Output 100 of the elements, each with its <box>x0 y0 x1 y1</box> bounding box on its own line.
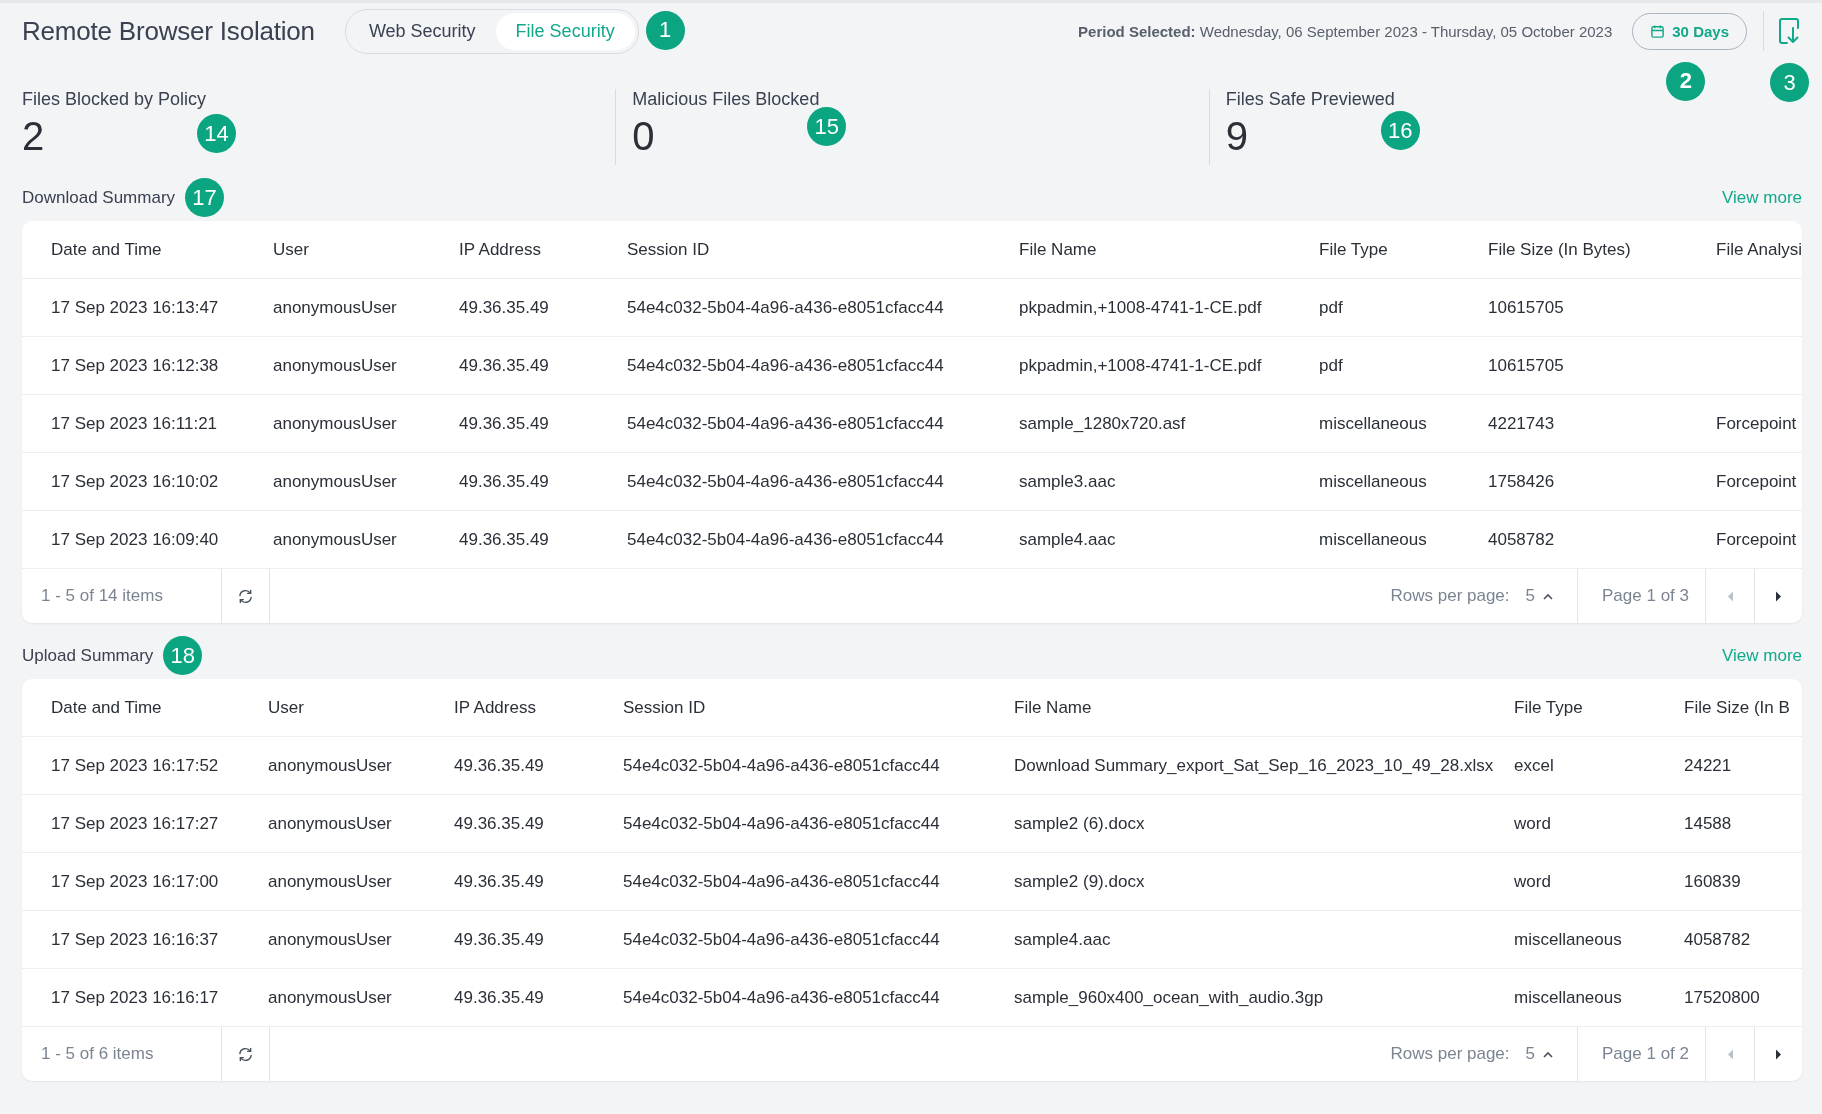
table-cell-text: Forcepoint <box>1716 471 1798 492</box>
triangle-left-icon <box>1726 1048 1734 1060</box>
refresh-icon[interactable] <box>237 588 254 604</box>
table-cell-text: 17 Sep 2023 16:16:17 <box>51 987 220 1008</box>
table-cell-text: 17 Sep 2023 16:11:21 <box>51 413 219 434</box>
table-cell-text: miscellaneous <box>1319 471 1428 492</box>
table-cell-text: 49.36.35.49 <box>459 471 550 492</box>
column-header[interactable]: Date and Time <box>51 239 273 260</box>
table-cell-text: 49.36.35.49 <box>454 871 545 892</box>
step-number: 14 <box>197 114 236 153</box>
stat-value: 2 <box>22 116 45 156</box>
rows-per-page-select[interactable]: 5 <box>1525 1044 1554 1064</box>
table-cell-text: sample2 (9).docx <box>1014 871 1146 892</box>
table-cell-text: 49.36.35.49 <box>459 355 550 376</box>
table-cell-text: 54e4c032-5b04-4a96-a436-e8051cfacc44 <box>623 755 941 776</box>
table-cell-text: miscellaneous <box>1319 529 1428 550</box>
column-header[interactable]: Date and Time <box>51 697 268 718</box>
stat-value: 9 <box>1225 116 1248 156</box>
table-cell-text: pkpadmin,+1008-4741-1-CE.pdf <box>1019 297 1263 318</box>
table-cell-text: 4221743 <box>1488 413 1556 434</box>
table-cell-text: 54e4c032-5b04-4a96-a436-e8051cfacc44 <box>623 871 941 892</box>
period-text: Period Selected: Wednesday, 06 September 2023 - Thursday, 05 October 2023 <box>1078 22 1613 40</box>
caret-up-icon <box>1543 592 1554 600</box>
column-header[interactable]: File Size (In Bytes) <box>1488 239 1716 260</box>
step-number: 3 <box>1770 63 1809 102</box>
column-header[interactable]: Session ID <box>627 239 1019 260</box>
column-header[interactable]: User <box>273 239 459 260</box>
table-cell-text: 49.36.35.49 <box>454 755 545 776</box>
step-number: 16 <box>1380 111 1420 150</box>
table-cell-text: 17 Sep 2023 16:10:02 <box>51 471 220 492</box>
column-header[interactable]: Session ID <box>623 697 1014 718</box>
step-number: 18 <box>163 636 203 675</box>
table-cell-text: pkpadmin,+1008-4741-1-CE.pdf <box>1019 355 1263 376</box>
table-cell-text: 17 Sep 2023 16:17:52 <box>51 755 220 776</box>
stat-label: Files Safe Previewed <box>1225 89 1395 110</box>
table-cell-text: anonymousUser <box>268 755 393 776</box>
table-cell-text: anonymousUser <box>273 355 398 376</box>
table-cell-text: 54e4c032-5b04-4a96-a436-e8051cfacc44 <box>623 929 941 950</box>
table-cell-text: 49.36.35.49 <box>454 987 545 1008</box>
table-cell-text: anonymousUser <box>273 529 398 550</box>
column-header[interactable]: File Analysi <box>1716 239 1802 260</box>
stat-label: Files Blocked by Policy <box>22 89 207 110</box>
table-cell-text: 54e4c032-5b04-4a96-a436-e8051cfacc44 <box>627 355 945 376</box>
column-header[interactable]: File Size (In B <box>1684 697 1802 718</box>
table-cell-text: 17520800 <box>1684 987 1761 1008</box>
table-cell-text: sample_960x400_ocean_with_audio.3gp <box>1014 987 1325 1008</box>
table-cell-text: 17 Sep 2023 16:09:40 <box>51 529 220 550</box>
table-cell-text: 54e4c032-5b04-4a96-a436-e8051cfacc44 <box>627 471 945 492</box>
table-cell-text: anonymousUser <box>273 297 398 318</box>
table-cell-text: 4058782 <box>1488 529 1556 550</box>
table-cell-text: 17 Sep 2023 16:17:27 <box>51 813 220 834</box>
table-cell-text: 4058782 <box>1684 929 1752 950</box>
step-number: 15 <box>807 107 847 146</box>
column-header[interactable]: File Type <box>1514 697 1684 718</box>
stat-label: Malicious Files Blocked <box>632 89 820 110</box>
triangle-right-icon <box>1775 590 1782 602</box>
table-cell-text: 54e4c032-5b04-4a96-a436-e8051cfacc44 <box>627 413 945 434</box>
table-cell-text: Download Summary_export_Sat_Sep_16_2023_10_49_28.xlsx <box>1014 755 1495 776</box>
table-cell-text: 49.36.35.49 <box>454 813 545 834</box>
column-header[interactable]: IP Address <box>459 239 627 260</box>
triangle-right-icon <box>1775 1048 1782 1060</box>
rows-per-page-label: Rows per page: <box>1390 586 1510 606</box>
table-cell-text: 10615705 <box>1488 355 1565 376</box>
table-cell-text: 49.36.35.49 <box>459 413 550 434</box>
item-count: 1 - 5 of 6 items <box>41 1044 154 1064</box>
table-cell-text: 14588 <box>1684 813 1733 834</box>
table-cell-text: Forcepoint <box>1716 413 1798 434</box>
table-cell-text: sample4.aac <box>1014 929 1112 950</box>
table-cell-text: word <box>1514 813 1552 834</box>
column-header[interactable]: File Name <box>1019 239 1319 260</box>
stat-value: 0 <box>632 116 655 156</box>
table-cell-text: sample3.aac <box>1019 471 1117 492</box>
table-cell-text: 54e4c032-5b04-4a96-a436-e8051cfacc44 <box>627 297 945 318</box>
table-cell-text: anonymousUser <box>268 871 393 892</box>
export-icon[interactable] <box>1778 17 1802 45</box>
tab[interactable]: Web Security <box>348 12 496 50</box>
column-header[interactable]: File Name <box>1014 697 1514 718</box>
column-header[interactable]: IP Address <box>454 697 623 718</box>
step-number: 1 <box>645 10 685 50</box>
table-cell-text: miscellaneous <box>1514 987 1623 1008</box>
step-number: 2 <box>1666 61 1706 101</box>
column-header[interactable]: File Type <box>1319 239 1488 260</box>
table-cell-text: miscellaneous <box>1319 413 1428 434</box>
table-cell-text: 17 Sep 2023 16:13:47 <box>51 297 220 318</box>
triangle-left-icon <box>1726 590 1734 602</box>
caret-up-icon <box>1543 1050 1554 1058</box>
table-cell-text: sample_1280x720.asf <box>1019 413 1187 434</box>
refresh-icon[interactable] <box>237 1046 254 1062</box>
rows-per-page-label: Rows per page: <box>1390 1044 1510 1064</box>
table-cell-text: 10615705 <box>1488 297 1565 318</box>
calendar-icon <box>1650 23 1666 39</box>
table-cell-text: 1758426 <box>1488 471 1556 492</box>
page-indicator: Page 1 of 2 <box>1602 1044 1689 1064</box>
table-cell-text: Forcepoint <box>1716 529 1798 550</box>
rows-per-page-select[interactable]: 5 <box>1525 586 1554 606</box>
table-cell-text: sample2 (6).docx <box>1014 813 1146 834</box>
table-cell-text: 17 Sep 2023 16:16:37 <box>51 929 220 950</box>
column-header[interactable]: User <box>268 697 454 718</box>
table-cell-text: word <box>1514 871 1552 892</box>
table-cell-text: 17 Sep 2023 16:12:38 <box>51 355 220 376</box>
